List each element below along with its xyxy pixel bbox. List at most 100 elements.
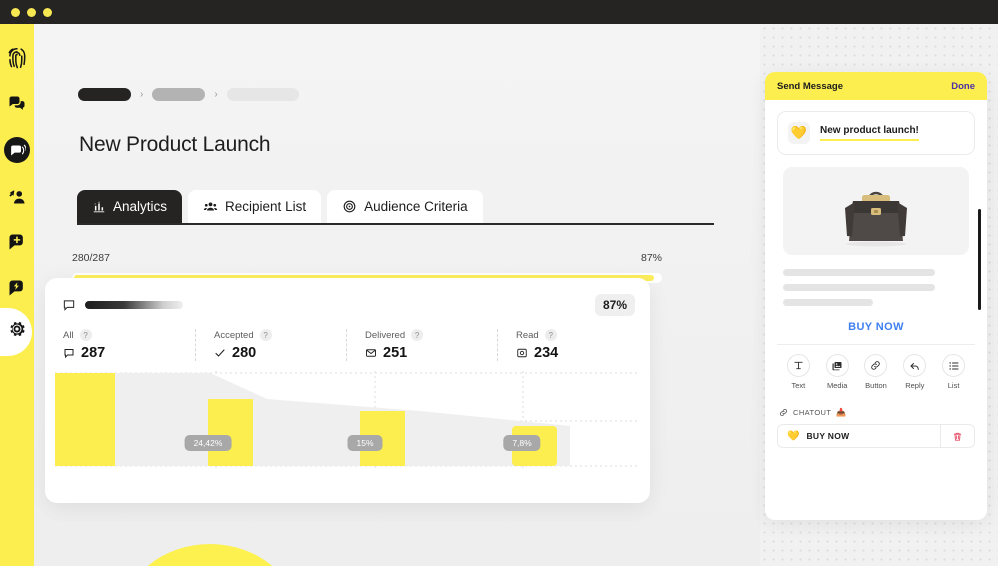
message-title-text: New product launch!: [820, 125, 919, 141]
main-canvas: › › New Product Launch Analytics Recipie…: [34, 24, 998, 566]
app-window: › › New Product Launch Analytics Recipie…: [0, 0, 998, 566]
sidebar-item-broadcast[interactable]: [0, 130, 34, 170]
reply-icon: [903, 354, 927, 377]
product-image: [783, 167, 969, 255]
progress-count: 280/287: [72, 252, 110, 264]
toolbar-item-list[interactable]: List: [942, 354, 966, 390]
fingerprint-icon[interactable]: [0, 38, 34, 78]
help-icon[interactable]: ?: [411, 329, 424, 341]
funnel-drop-label-2: 15%: [347, 435, 383, 451]
funnel-drop-label-1: 24,42%: [184, 435, 232, 451]
tab-recipient-list[interactable]: Recipient List: [188, 190, 322, 223]
action-row-buy-now[interactable]: 💛 BUY NOW: [777, 424, 975, 448]
tab-bar: Analytics Recipient List Audience Criter…: [77, 190, 483, 223]
done-button[interactable]: Done: [951, 81, 975, 92]
metric-label: Read: [516, 329, 539, 341]
metric-value: 234: [534, 345, 559, 361]
funnel-svg: [55, 371, 640, 468]
decorative-yellow-circle: [122, 544, 298, 566]
delete-button[interactable]: [940, 425, 974, 447]
tab-label: Analytics: [113, 199, 168, 214]
chatout-row: CHATOUT 📥: [779, 408, 987, 417]
check-icon: [215, 349, 225, 357]
metric-label: Accepted: [214, 329, 254, 341]
toolbar-item-button[interactable]: Button: [864, 354, 888, 390]
chat-bubble-icon: [63, 300, 75, 311]
breadcrumb-item-3[interactable]: [226, 88, 299, 101]
chat-bubble-icon: [64, 349, 74, 359]
buy-now-cta[interactable]: BUY NOW: [765, 321, 987, 333]
composer-toolbar: Text Media Button Reply List: [765, 345, 987, 390]
heart-emoji-icon: 💛: [788, 122, 810, 144]
trash-icon: [953, 432, 962, 441]
breadcrumb-item-1[interactable]: [78, 88, 131, 101]
metric-label: All: [63, 329, 74, 341]
target-icon: [343, 200, 356, 213]
metric-all: All ? 287: [45, 329, 195, 361]
chat-icon[interactable]: [0, 84, 34, 124]
breadcrumb-item-2[interactable]: [152, 88, 206, 101]
settings-gear-icon: [10, 321, 25, 337]
media-icon: [825, 354, 849, 377]
text-placeholder-line: [783, 299, 873, 306]
help-icon[interactable]: ?: [259, 329, 272, 341]
tab-label: Recipient List: [225, 199, 307, 214]
envelope-icon: [366, 349, 376, 357]
sidebar-item-settings[interactable]: [0, 307, 32, 356]
text-icon: [786, 354, 810, 377]
window-titlebar: [0, 0, 998, 24]
metric-label: Delivered: [365, 329, 406, 341]
window-minimize-dot[interactable]: [27, 7, 36, 17]
breadcrumb-separator: ›: [140, 88, 144, 100]
analytics-icon: [93, 201, 105, 212]
add-chat-icon[interactable]: [0, 222, 34, 262]
help-icon[interactable]: ?: [79, 329, 92, 341]
link-icon: [779, 408, 788, 417]
toolbar-label: Text: [791, 381, 806, 390]
toolbar-item-reply[interactable]: Reply: [903, 354, 927, 390]
broadcast-icon: [10, 144, 26, 155]
read-eye-icon: [517, 348, 527, 358]
funnel-drop-label-3: 7,8%: [503, 435, 541, 451]
chatout-label: CHATOUT: [793, 408, 832, 417]
tab-analytics[interactable]: Analytics: [77, 190, 183, 223]
analytics-card-header: 87%: [45, 278, 650, 316]
link-icon: [864, 354, 888, 377]
toolbar-item-media[interactable]: Media: [825, 354, 849, 390]
progress-percent: 87%: [640, 252, 662, 264]
window-maximize-dot[interactable]: [43, 7, 52, 17]
text-placeholder-line: [783, 269, 935, 276]
tab-audience-criteria[interactable]: Audience Criteria: [327, 190, 483, 223]
help-icon[interactable]: ?: [544, 329, 557, 341]
send-message-panel: Send Message Done 💛 New product launch!: [765, 72, 987, 520]
funnel-chart: 24,42% 15% 7,8%: [45, 369, 650, 469]
metric-value: 251: [383, 345, 408, 361]
metrics-row: All ? 287 Accepted ? 280 Delivered ? 251…: [45, 329, 650, 361]
toolbar-label: Reply: [905, 381, 925, 390]
heart-emoji-icon: 💛: [787, 430, 800, 442]
metric-read: Read ? 234: [497, 329, 648, 361]
text-placeholder-line: [783, 284, 935, 291]
panel-header: Send Message Done: [765, 72, 987, 100]
toolbar-item-text[interactable]: Text: [786, 354, 810, 390]
toolbar-label: Media: [826, 381, 848, 390]
message-title-card[interactable]: 💛 New product launch!: [777, 111, 975, 155]
window-close-dot[interactable]: [11, 7, 20, 17]
breadcrumb-separator: ›: [214, 88, 218, 100]
tab-label: Audience Criteria: [364, 199, 468, 214]
automation-icon[interactable]: [0, 268, 34, 308]
metric-accepted: Accepted ? 280: [195, 329, 346, 361]
contacts-icon[interactable]: [0, 176, 34, 216]
metric-delivered: Delivered ? 251: [346, 329, 497, 361]
metric-value: 280: [232, 345, 257, 361]
inbox-emoji-icon: 📥: [836, 408, 847, 417]
handbag-photo: [845, 191, 907, 247]
status-badge: 87%: [594, 294, 635, 316]
breadcrumb: › ›: [78, 88, 299, 101]
metric-value: 287: [81, 345, 106, 361]
panel-scrollbar[interactable]: [978, 209, 981, 310]
analytics-card: 87% All ? 287 Accepted ? 280 Delivered ?…: [45, 278, 650, 503]
people-icon: [203, 202, 218, 211]
toolbar-label: List: [947, 381, 960, 390]
title-placeholder-bar: [85, 301, 183, 309]
